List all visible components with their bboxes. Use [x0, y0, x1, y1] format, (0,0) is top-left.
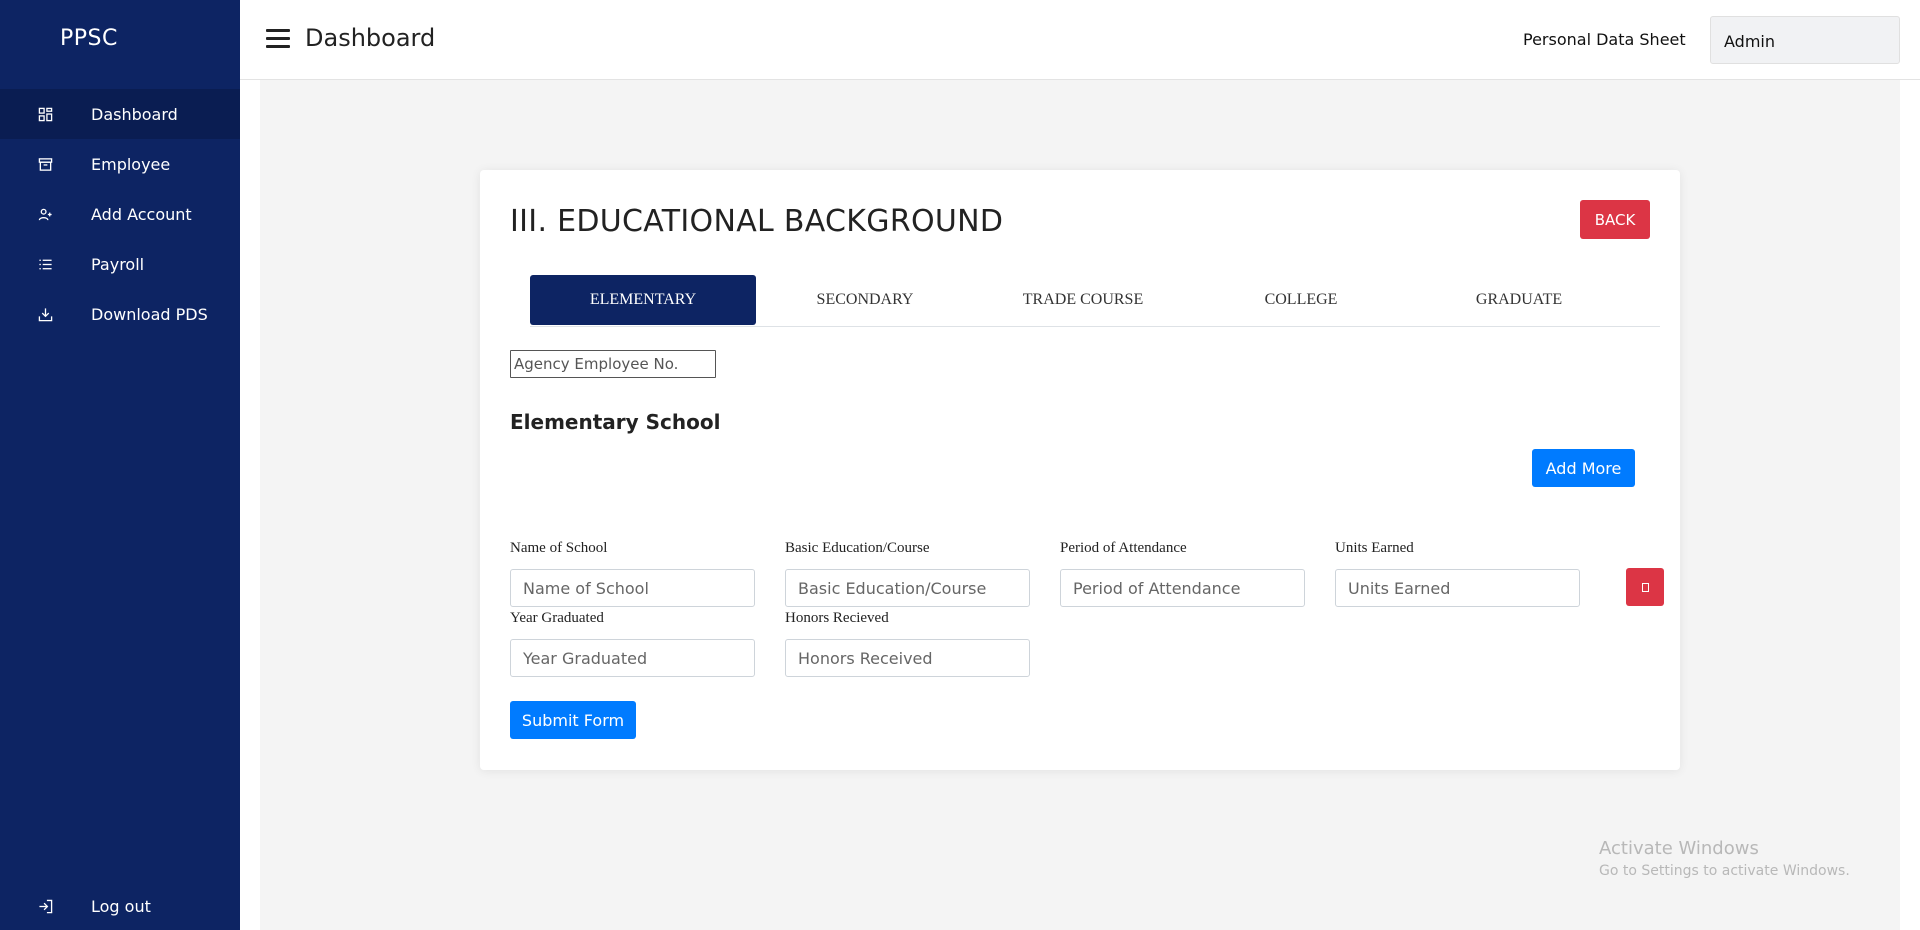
- year-graduated-label: Year Graduated: [510, 610, 604, 626]
- course-input[interactable]: [785, 569, 1030, 607]
- brand-logo: PPSC: [60, 26, 118, 51]
- sidebar-item-label: Add Account: [91, 204, 192, 224]
- sidebar: PPSC Dashboard Employee Add Account Payr…: [0, 0, 240, 930]
- units-label: Units Earned: [1335, 540, 1414, 556]
- personal-data-sheet-link[interactable]: Personal Data Sheet: [1523, 30, 1686, 49]
- user-plus-icon: [37, 206, 53, 222]
- tab-trade-course[interactable]: TRADE COURSE: [974, 275, 1192, 325]
- tab-secondary[interactable]: SECONDARY: [756, 275, 974, 325]
- tab-college[interactable]: COLLEGE: [1192, 275, 1410, 325]
- sidebar-item-label: Download PDS: [91, 304, 208, 324]
- tab-graduate[interactable]: GRADUATE: [1410, 275, 1628, 325]
- sidebar-item-employee[interactable]: Employee: [0, 139, 240, 189]
- delete-row-button[interactable]: [1626, 568, 1664, 606]
- tab-elementary[interactable]: ELEMENTARY: [530, 275, 756, 325]
- trash-icon: [1641, 582, 1649, 592]
- units-input[interactable]: [1335, 569, 1580, 607]
- sidebar-item-label: Employee: [91, 154, 171, 174]
- user-menu[interactable]: Admin: [1710, 16, 1900, 64]
- educational-background-card: III. EDUCATIONAL BACKGROUND BACK ELEMENT…: [480, 170, 1680, 770]
- card-title: III. EDUCATIONAL BACKGROUND: [510, 204, 1004, 239]
- logout-icon: [37, 898, 53, 914]
- add-more-button[interactable]: Add More: [1532, 449, 1635, 487]
- year-graduated-input[interactable]: [510, 639, 755, 677]
- list-icon: [37, 256, 53, 272]
- dashboard-grid-icon: [37, 106, 53, 122]
- agency-employee-no-input[interactable]: [510, 350, 716, 378]
- logout-section: Log out: [0, 881, 240, 930]
- sidebar-item-payroll[interactable]: Payroll: [0, 239, 240, 289]
- sidebar-item-label: Dashboard: [91, 104, 178, 124]
- page-title: Dashboard: [305, 24, 436, 52]
- activate-windows-watermark: Activate Windows Go to Settings to activ…: [1599, 838, 1850, 879]
- sidebar-nav: Dashboard Employee Add Account Payroll D…: [0, 89, 240, 339]
- watermark-title: Activate Windows: [1599, 838, 1759, 859]
- section-title: Elementary School: [510, 410, 721, 434]
- submit-form-button[interactable]: Submit Form: [510, 701, 636, 739]
- education-tabs: ELEMENTARY SECONDARY TRADE COURSE COLLEG…: [530, 275, 1660, 327]
- sidebar-item-label: Log out: [91, 896, 151, 916]
- sidebar-item-logout[interactable]: Log out: [0, 881, 240, 930]
- archive-icon: [37, 156, 53, 172]
- honors-label: Honors Recieved: [785, 610, 889, 626]
- period-input[interactable]: [1060, 569, 1305, 607]
- sidebar-item-dashboard[interactable]: Dashboard: [0, 89, 240, 139]
- hamburger-menu-icon[interactable]: [266, 29, 290, 49]
- download-icon: [37, 306, 53, 322]
- sidebar-item-label: Payroll: [91, 254, 145, 274]
- honors-input[interactable]: [785, 639, 1030, 677]
- back-button[interactable]: BACK: [1580, 200, 1650, 239]
- watermark-subtitle: Go to Settings to activate Windows.: [1599, 863, 1850, 879]
- sidebar-item-download-pds[interactable]: Download PDS: [0, 289, 240, 339]
- school-name-label: Name of School: [510, 540, 608, 556]
- top-bar: Dashboard Personal Data Sheet Admin: [240, 0, 1920, 80]
- period-label: Period of Attendance: [1060, 540, 1187, 556]
- school-name-input[interactable]: [510, 569, 755, 607]
- course-label: Basic Education/Course: [785, 540, 930, 556]
- sidebar-item-add-account[interactable]: Add Account: [0, 189, 240, 239]
